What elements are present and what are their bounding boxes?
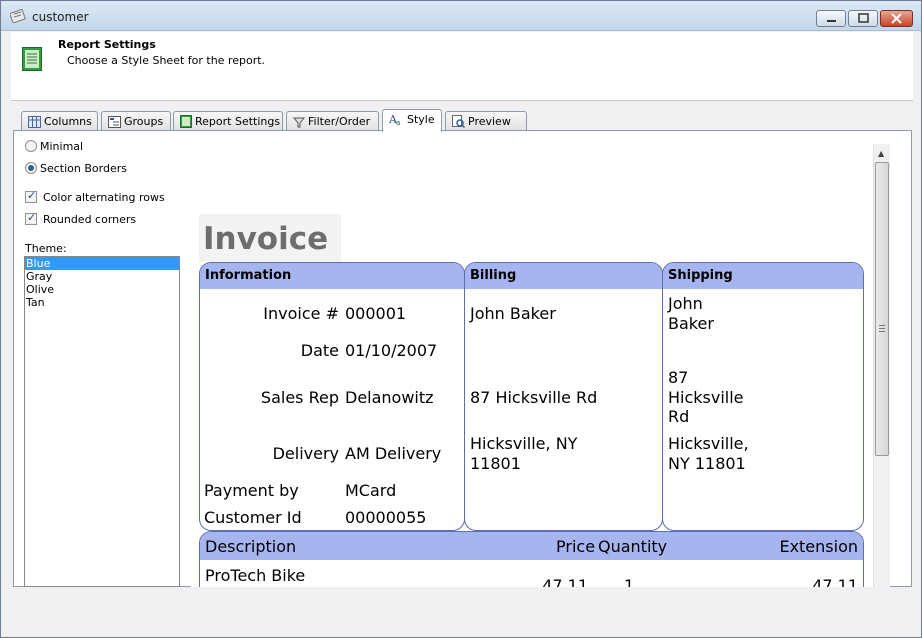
date-value: 01/10/2007	[345, 341, 438, 360]
section-borders-radio[interactable]: Section Borders	[25, 162, 127, 175]
preview-scrollbar[interactable]: ▲	[873, 144, 890, 587]
report-settings-icon	[180, 115, 192, 128]
close-button[interactable]	[880, 10, 913, 27]
shipping-city-line2: NY 11801	[668, 454, 746, 473]
style-preview: Invoice Information Invoice # 000001 Dat…	[191, 144, 873, 587]
section-borders-label: Section Borders	[40, 162, 127, 175]
shipping-address-line3: Rd	[668, 407, 690, 426]
shipping-name-line2: Baker	[668, 314, 714, 333]
theme-item-olive[interactable]: Olive	[25, 283, 179, 296]
billing-header: Billing	[465, 263, 662, 289]
tab-style[interactable]: Aa Style	[382, 109, 442, 132]
theme-item-gray[interactable]: Gray	[25, 270, 179, 283]
shipping-address-line2: Hicksville	[668, 388, 744, 407]
rounded-corners-label: Rounded corners	[43, 213, 137, 226]
style-icon: Aa	[388, 113, 400, 127]
delivery-label: Delivery	[272, 444, 339, 463]
row-extension: 47.11	[812, 576, 858, 587]
section-borders-radio-button[interactable]	[25, 162, 37, 174]
tab-style-label: Style	[407, 113, 435, 126]
payment-value: MCard	[345, 481, 397, 500]
sales-rep-label: Sales Rep	[260, 388, 339, 407]
groups-icon	[108, 116, 121, 128]
shipping-city-line1: Hicksville,	[668, 434, 749, 453]
close-icon	[891, 13, 902, 24]
color-alternating-rows-checkbox[interactable]: Color alternating rows	[25, 189, 165, 204]
row-price: 47.11	[542, 576, 588, 587]
payment-label: Payment by	[204, 481, 299, 500]
billing-address: 87 Hicksville Rd	[470, 388, 598, 407]
color-alternating-rows-label: Color alternating rows	[43, 191, 165, 204]
tab-report-settings[interactable]: Report Settings	[173, 111, 283, 131]
header-title: Report Settings	[58, 38, 156, 51]
billing-name: John Baker	[470, 304, 556, 323]
line-items-header: Description Price Quantity Extension	[200, 532, 863, 560]
rounded-corners-checkbox[interactable]: Rounded corners	[25, 211, 137, 226]
shipping-header: Shipping	[663, 263, 863, 289]
maximize-icon	[858, 13, 869, 23]
minimal-label: Minimal	[40, 140, 84, 153]
columns-icon	[28, 116, 41, 128]
quantity-header: Quantity	[598, 537, 668, 556]
information-header: Information	[200, 263, 464, 289]
theme-label: Theme:	[25, 242, 67, 255]
tab-filter-order-label: Filter/Order	[308, 115, 371, 128]
scrollbar-thumb[interactable]	[875, 162, 889, 456]
price-header: Price	[556, 537, 596, 556]
customer-id-value: 00000055	[345, 508, 427, 527]
scroll-up-arrow-icon[interactable]: ▲	[878, 149, 884, 158]
billing-city-line2: 11801	[470, 454, 521, 473]
billing-city-line1: Hicksville, NY	[470, 434, 578, 453]
scrollbar-grip-icon	[879, 325, 885, 332]
invoice-number-label: Invoice #	[263, 304, 339, 323]
shipping-section: Shipping John Baker 87 Hicksville Rd Hic…	[662, 262, 864, 531]
tab-preview-label: Preview	[468, 115, 511, 128]
row-description: ProTech Bike	[205, 566, 306, 585]
shipping-address-line1: 87	[668, 368, 689, 387]
theme-listbox[interactable]: Blue Gray Olive Tan	[24, 256, 180, 587]
header-subtitle: Choose a Style Sheet for the report.	[67, 54, 266, 67]
preview-icon	[452, 115, 466, 129]
customer-id-label: Customer Id	[204, 508, 302, 527]
tab-strip: Columns Groups Report Settings Filter/Or…	[21, 109, 911, 132]
wizard-header: Report Settings Choose a Style Sheet for…	[11, 32, 913, 101]
description-header: Description	[205, 537, 297, 556]
invoice-title: Invoice	[203, 221, 329, 257]
billing-section: Billing John Baker 87 Hicksville Rd Hick…	[464, 262, 663, 531]
shipping-name-line1: John	[668, 294, 703, 313]
row-quantity: 1	[624, 576, 635, 587]
tab-groups[interactable]: Groups	[101, 111, 171, 131]
report-wizard-window: customer Report Settings Choose a Style …	[0, 0, 922, 638]
extension-header: Extension	[779, 537, 858, 556]
minimize-icon	[827, 20, 836, 22]
maximize-button[interactable]	[848, 10, 878, 27]
filter-icon	[292, 117, 306, 128]
report-settings-icon	[22, 47, 42, 71]
color-alternating-rows-check[interactable]	[25, 189, 37, 203]
svg-text:a: a	[396, 119, 400, 126]
date-label: Date	[300, 341, 339, 360]
title-bar[interactable]: customer	[1, 1, 921, 31]
line-items-section: Description Price Quantity Extension Pro…	[199, 531, 864, 587]
tab-groups-label: Groups	[124, 115, 164, 128]
theme-item-tan[interactable]: Tan	[25, 296, 179, 309]
minimize-button[interactable]	[816, 10, 846, 27]
invoice-number-value: 000001	[345, 304, 407, 323]
window-title: customer	[32, 10, 89, 24]
app-icon	[10, 9, 26, 23]
tab-filter-order[interactable]: Filter/Order	[286, 111, 379, 131]
information-section: Information Invoice # 000001 Date 01/10/…	[199, 262, 465, 531]
sales-rep-value: Delanowitz	[345, 388, 434, 407]
delivery-value: AM Delivery	[345, 444, 442, 463]
theme-item-blue[interactable]: Blue	[25, 257, 179, 270]
tab-report-settings-label: Report Settings	[195, 115, 281, 128]
rounded-corners-check[interactable]	[25, 211, 37, 225]
tab-preview[interactable]: Preview	[445, 111, 527, 131]
minimal-radio[interactable]: Minimal	[25, 140, 83, 153]
minimal-radio-button[interactable]	[25, 140, 37, 152]
tab-columns[interactable]: Columns	[21, 111, 98, 131]
tab-columns-label: Columns	[44, 115, 92, 128]
